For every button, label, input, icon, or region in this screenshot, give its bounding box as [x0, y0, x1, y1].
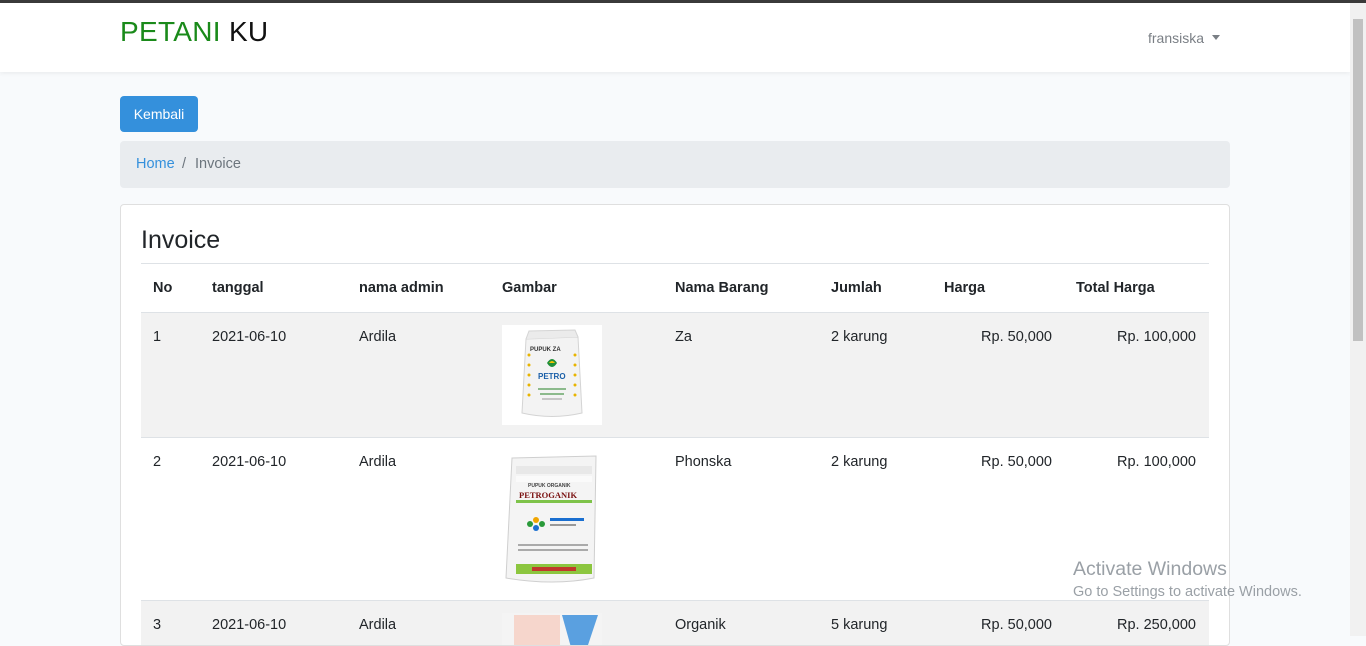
cell-jumlah: 2 karung [831, 454, 888, 470]
brand-part-2: KU [228, 16, 269, 47]
cell-nama-barang: Za [675, 329, 692, 345]
cell-no: 3 [153, 617, 162, 633]
brand-part-1: PETANI [120, 16, 221, 47]
cell-nama-barang: Phonska [675, 454, 732, 470]
cell-total-harga: Rp. 100,000 [1116, 329, 1196, 345]
user-name: fransiska [1148, 30, 1205, 46]
product-image: PUPUK ZA PETRO [502, 325, 602, 425]
col-gambar: Gambar [502, 280, 557, 296]
windows-activation-watermark: Activate Windows Go to Settings to activ… [1073, 558, 1302, 600]
cell-total-harga: Rp. 100,000 [1116, 454, 1196, 470]
cell-nama-barang: Organik [675, 617, 726, 633]
cell-jumlah: 5 karung [831, 617, 888, 633]
col-harga: Harga [944, 280, 986, 296]
cell-total-harga: Rp. 250,000 [1116, 617, 1196, 633]
cell-jumlah: 2 karung [831, 329, 888, 345]
product-image [502, 613, 602, 645]
brand-logo[interactable]: PETANI KU [120, 16, 268, 48]
cell-harga: Rp. 50,000 [981, 329, 1052, 345]
cell-admin: Ardila [359, 329, 397, 345]
col-jumlah: Jumlah [831, 280, 882, 296]
col-total-harga: Total Harga [1076, 280, 1155, 296]
back-button[interactable]: Kembali [120, 96, 198, 132]
col-tanggal: tanggal [212, 280, 264, 296]
watermark-subtitle: Go to Settings to activate Windows. [1073, 584, 1302, 600]
breadcrumb: Home / Invoice [120, 141, 1230, 188]
user-dropdown[interactable]: fransiska [1148, 30, 1221, 46]
breadcrumb-current: Invoice [195, 156, 241, 172]
page-title: Invoice [141, 226, 221, 254]
cell-harga: Rp. 50,000 [981, 617, 1052, 633]
cell-no: 2 [153, 454, 162, 470]
image-brand: PETRO [538, 372, 566, 381]
col-nama-barang: Nama Barang [675, 280, 769, 296]
col-nama-admin: nama admin [359, 280, 444, 296]
cell-harga: Rp. 50,000 [981, 454, 1052, 470]
image-label: PUPUK ZA [530, 347, 561, 353]
col-no: No [153, 280, 173, 296]
watermark-title: Activate Windows [1073, 558, 1227, 580]
product-image: PUPUK ORGANIK PETROGANIK [502, 452, 602, 586]
table-row: 2 2021-06-10 Ardila PUPUK ORGANIK PETROG… [141, 437, 1209, 601]
cell-admin: Ardila [359, 617, 397, 633]
table-row: 1 2021-06-10 Ardila PUPUK ZA PETRO Za 2 … [141, 312, 1209, 438]
navbar: PETANI KU fransiska [0, 3, 1350, 72]
image-brand: PETROGANIK [519, 490, 578, 500]
image-label: PUPUK ORGANIK [528, 483, 571, 489]
cell-tanggal: 2021-06-10 [212, 329, 287, 345]
table-row: 3 2021-06-10 Ardila Organik 5 karung Rp.… [141, 600, 1209, 645]
cell-no: 1 [153, 329, 162, 345]
scrollbar-thumb[interactable] [1353, 19, 1363, 341]
breadcrumb-separator: / [182, 156, 187, 172]
invoice-card: Invoice No tanggal nama admin Gambar Nam… [120, 204, 1230, 646]
table-header: No tanggal nama admin Gambar Nama Barang… [141, 263, 1209, 315]
cell-tanggal: 2021-06-10 [212, 454, 287, 470]
cell-admin: Ardila [359, 454, 397, 470]
fertilizer-sack-icon [502, 613, 602, 645]
fertilizer-sack-icon [505, 455, 597, 583]
caret-down-icon [1212, 35, 1221, 40]
cell-tanggal: 2021-06-10 [212, 617, 287, 633]
breadcrumb-home-link[interactable]: Home [136, 156, 175, 172]
page-scrollbar[interactable] [1350, 3, 1366, 636]
